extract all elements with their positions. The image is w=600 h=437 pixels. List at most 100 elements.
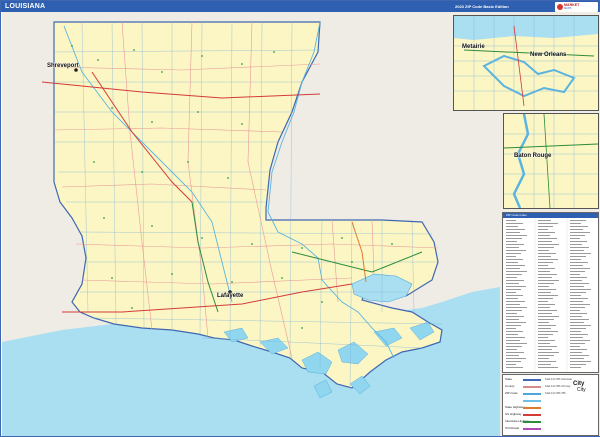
index-entry (506, 277, 517, 278)
index-entry (506, 247, 519, 248)
logo-mark-icon (557, 4, 563, 10)
city-label-lafayette: Lafayette (217, 293, 244, 299)
index-entry (570, 328, 586, 329)
index-entry (538, 340, 555, 341)
index-entry (538, 253, 556, 254)
index-entry (506, 232, 520, 233)
index-entry (570, 277, 587, 278)
index-entry (570, 220, 586, 221)
index-entry (538, 298, 553, 299)
index-entry (570, 262, 588, 263)
index-entry (570, 346, 580, 347)
legend-row-sample: Stab 123 456 Interstate (545, 378, 572, 381)
index-entry (570, 319, 589, 320)
index-entry (538, 256, 551, 257)
index-entry (506, 313, 517, 314)
legend-row (505, 398, 595, 403)
index-entry (538, 361, 556, 362)
index-entry (506, 334, 518, 335)
index-entry (538, 325, 556, 326)
legend-swatch (523, 379, 541, 381)
index-entry (538, 301, 548, 302)
index-entry (570, 367, 581, 368)
index-entry (506, 244, 524, 245)
index-entry (570, 355, 589, 356)
inset-new-orleans[interactable]: Metairie New Orleans (453, 15, 599, 111)
index-entry (538, 307, 550, 308)
index-entry (506, 301, 525, 302)
index-entry (506, 349, 517, 350)
index-entry (570, 274, 580, 275)
index-entry (538, 355, 554, 356)
index-entry (538, 304, 555, 305)
index-entry (570, 325, 591, 326)
index-entry (506, 325, 521, 326)
zip-code-index[interactable]: ZIP Code Index (502, 212, 599, 373)
index-entry (570, 364, 586, 365)
index-entry (506, 271, 527, 272)
inset-label-baton-rouge: Baton Rouge (514, 153, 552, 159)
legend-city-small: City (577, 387, 586, 393)
legend-row-label: State Highway (505, 405, 525, 409)
index-entry (506, 352, 524, 353)
index-entry (506, 256, 516, 257)
index-entry (570, 316, 582, 317)
index-entry (506, 292, 516, 293)
index-entry (570, 232, 590, 233)
map-legend: State Stab 123 456 Interstate County Stab 1… (502, 374, 599, 436)
legend-row: Toll Roads (505, 426, 595, 431)
index-entry (570, 334, 588, 335)
index-entry (538, 313, 552, 314)
index-entry (538, 367, 558, 368)
index-entry (538, 358, 549, 359)
map-title: LOUISIANA (5, 3, 46, 10)
index-entry (570, 223, 581, 224)
index-entry (570, 361, 591, 362)
index-entry (538, 322, 549, 323)
city-label-shreveport: Shreveport (47, 63, 79, 69)
index-entry (570, 292, 586, 293)
index-entry (506, 253, 521, 254)
legend-row-label: Toll Roads (505, 426, 520, 430)
index-entry (506, 355, 519, 356)
index-entry (506, 289, 521, 290)
index-entry (570, 271, 585, 272)
index-entry (538, 235, 550, 236)
index-table-grid (506, 218, 591, 372)
index-entry (506, 331, 523, 332)
index-entry (570, 253, 591, 254)
index-entry (538, 295, 558, 296)
index-entry (506, 295, 523, 296)
inset-label-new-orleans: New Orleans (530, 52, 567, 58)
index-entry (570, 313, 587, 314)
logo-text-bottom: MAPS (564, 7, 572, 10)
map-poster: LOUISIANA 2023 ZIP Code Basic Edition MA… (0, 0, 600, 437)
index-entry (538, 346, 557, 347)
legend-swatch (523, 428, 541, 430)
index-entry (570, 229, 583, 230)
index-entry (506, 337, 525, 338)
index-entry (538, 250, 549, 251)
legend-swatch (523, 400, 541, 402)
index-entry (570, 358, 584, 359)
index-entry (538, 289, 556, 290)
index-entry (570, 256, 586, 257)
index-entry (538, 337, 548, 338)
legend-row: US Highway (505, 412, 595, 417)
legend-row: Interstate Highway (505, 419, 595, 424)
index-entry (506, 274, 522, 275)
index-entry (506, 316, 524, 317)
index-entry (538, 292, 551, 293)
index-entry (570, 343, 585, 344)
index-entry (506, 358, 526, 359)
index-entry (570, 265, 583, 266)
index-entry (570, 268, 590, 269)
index-entry (506, 238, 522, 239)
inset-baton-rouge[interactable]: Baton Rouge (503, 113, 599, 209)
index-entry (570, 286, 584, 287)
index-entry (538, 283, 554, 284)
index-entry (506, 283, 519, 284)
index-entry (538, 268, 555, 269)
index-entry (570, 235, 585, 236)
index-entry (570, 310, 580, 311)
